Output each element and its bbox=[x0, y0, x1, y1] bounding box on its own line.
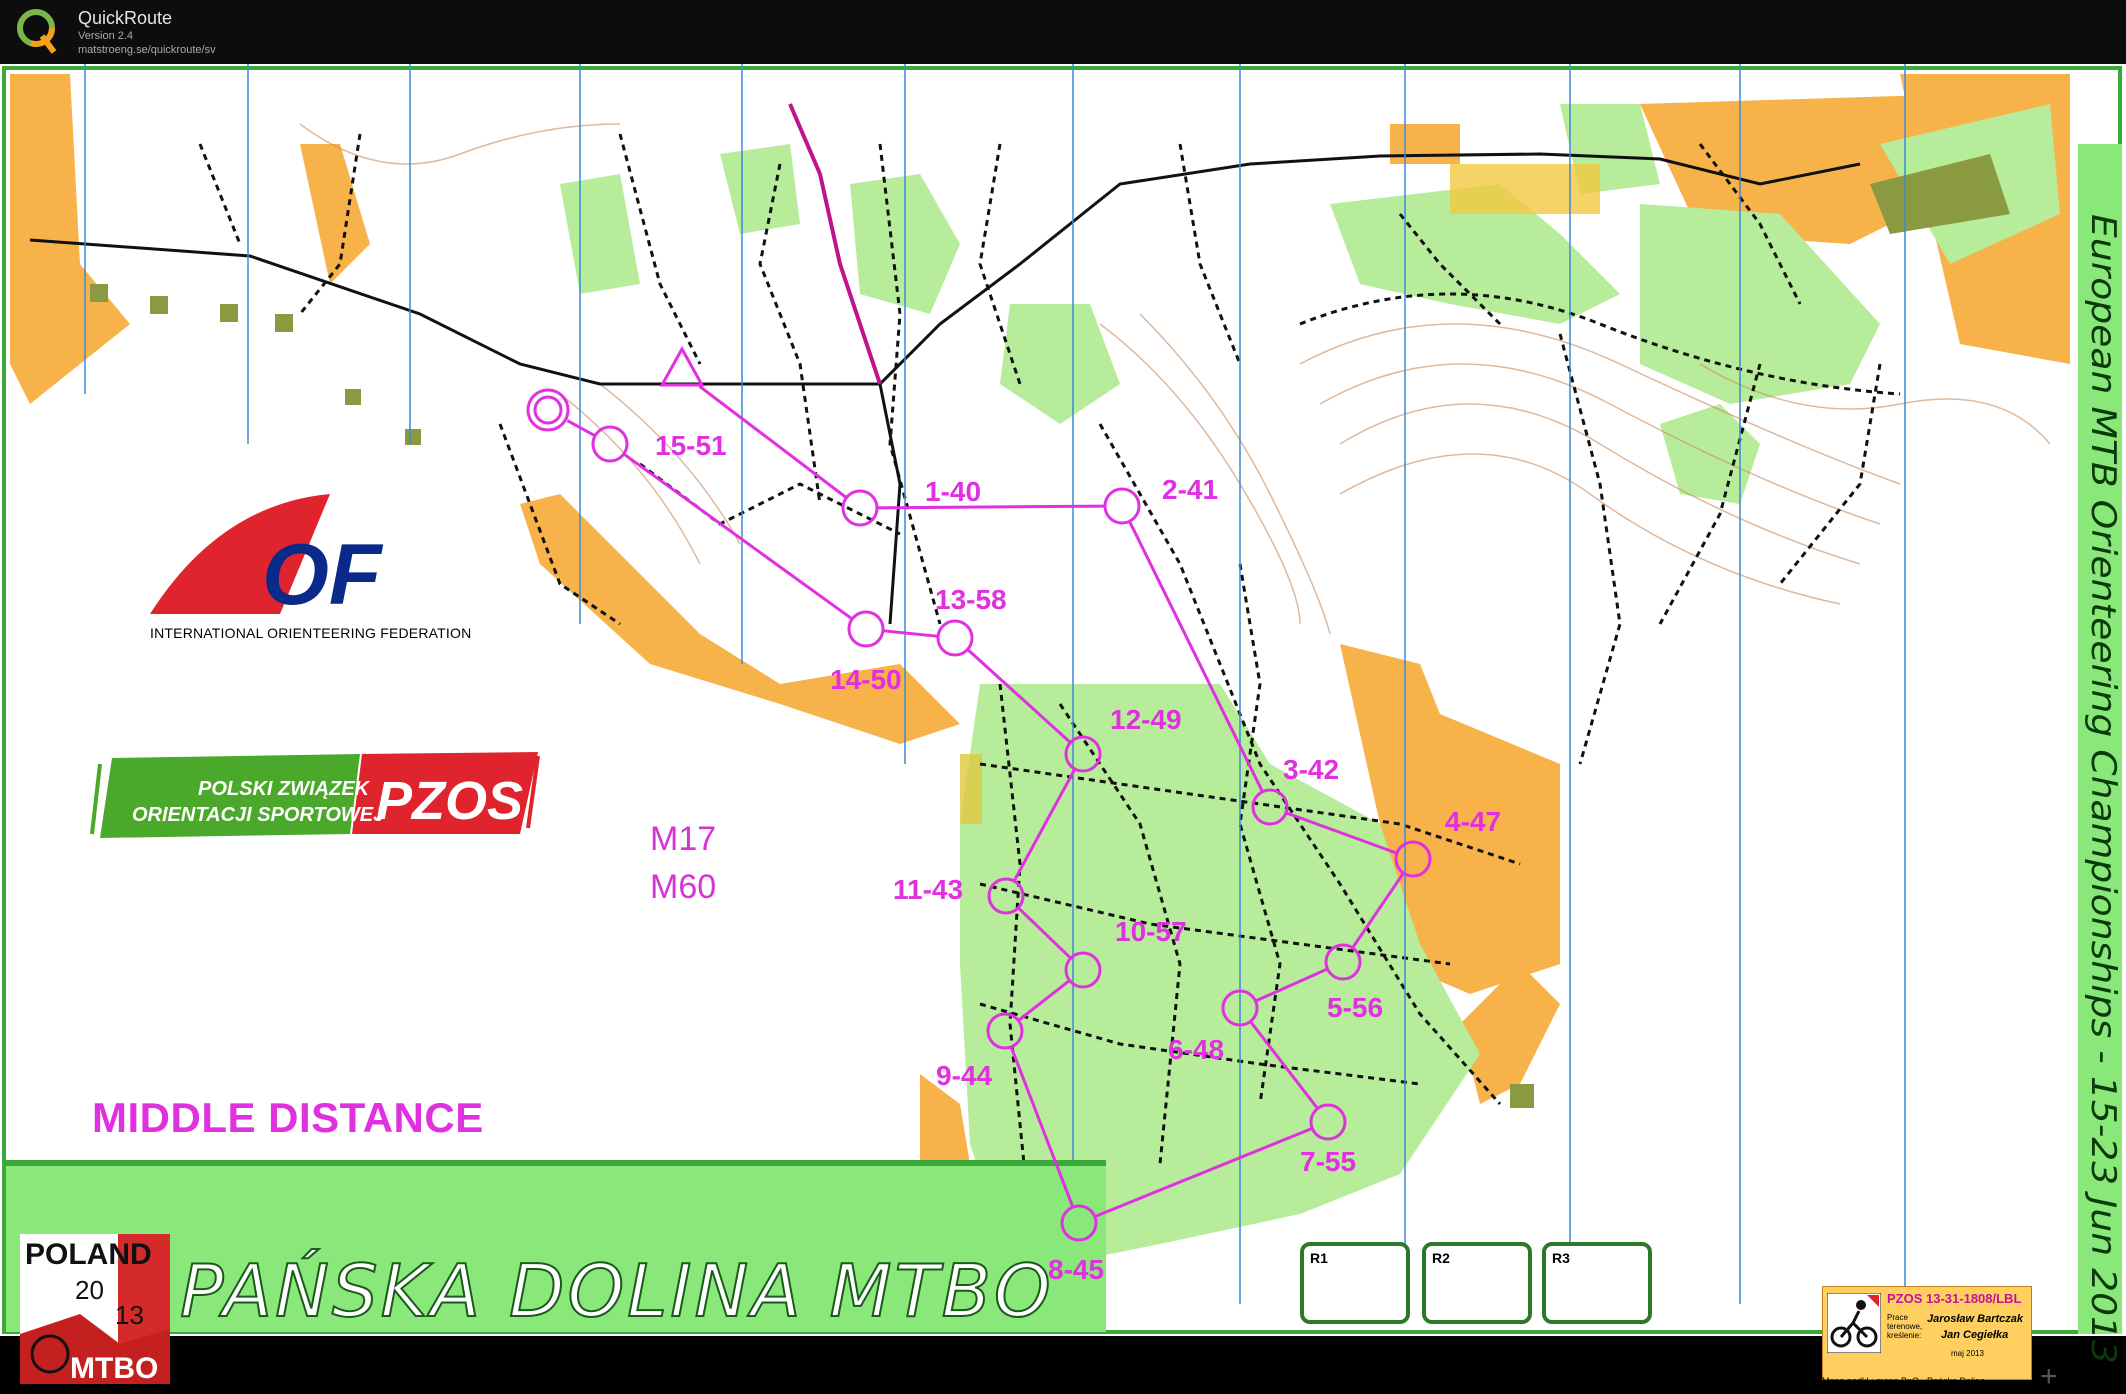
control-label: 10-57 bbox=[1115, 916, 1187, 947]
map-date: maj 2013 bbox=[1951, 1349, 1984, 1358]
control-label: 8-45 bbox=[1048, 1254, 1105, 1285]
pzos-line1: POLSKI ZWIĄZEK bbox=[198, 778, 370, 800]
mapper-2: Jan Cegiełka bbox=[1941, 1329, 2009, 1341]
control-label: 14-50 bbox=[830, 664, 902, 695]
app-url: matstroeng.se/quickroute/sv bbox=[78, 44, 216, 56]
control-label: 13-58 bbox=[935, 584, 1007, 615]
event-title-vertical: European MTB Orienteering Championships … bbox=[2083, 214, 2120, 1364]
control-label: 5-56 bbox=[1327, 992, 1384, 1023]
map-graphics: OF bbox=[2, 64, 2122, 1334]
iof-logo-letters: OF bbox=[262, 527, 384, 623]
control-label: 4-47 bbox=[1445, 806, 1502, 837]
pzos-abbr: PZOS bbox=[376, 771, 524, 831]
control-label: 6-48 bbox=[1168, 1034, 1225, 1065]
control-label: 15-51 bbox=[655, 430, 727, 461]
control-label: 7-55 bbox=[1300, 1146, 1357, 1177]
app-name: QuickRoute bbox=[78, 8, 173, 28]
orienteering-map[interactable]: OF INTERNATIONAL ORIENTEERING FEDERATION… bbox=[0, 64, 2126, 1393]
class-label-m60: M60 bbox=[650, 868, 717, 906]
pzos-line2: ORIENTACJI SPORTOWEJ bbox=[132, 804, 385, 826]
app-titlebar: QuickRoute Version 2.4 matstroeng.se/qui… bbox=[0, 0, 2126, 64]
iof-caption: INTERNATIONAL ORIENTEERING FEDERATION bbox=[150, 625, 472, 641]
result-box-r1[interactable]: R1 bbox=[1300, 1242, 1410, 1324]
map-scale: skala 1:10000 e=5m bbox=[262, 1339, 805, 1385]
cyclist-icon bbox=[1827, 1293, 1881, 1353]
quickroute-logo-icon bbox=[17, 9, 57, 54]
svg-text:13: 13 bbox=[115, 1300, 144, 1330]
control-label: 12-49 bbox=[1110, 704, 1182, 735]
control-label: 3-42 bbox=[1283, 754, 1340, 785]
app-version: Version 2.4 bbox=[78, 30, 134, 42]
svg-text:20: 20 bbox=[75, 1275, 104, 1305]
map-title: PAŃSKA DOLINA MTBO bbox=[179, 1248, 1054, 1334]
control-label: 11-43 bbox=[893, 874, 964, 905]
control-label: 2-41 bbox=[1162, 474, 1219, 505]
result-box-r2[interactable]: R2 bbox=[1422, 1242, 1532, 1324]
event-title: European MTB Orienteering Championships … bbox=[2083, 214, 2120, 1364]
control-label: 1-40 bbox=[925, 476, 982, 507]
map-code: PZOS 13-31-1808/LBL bbox=[1887, 1291, 2022, 1306]
poland-mtbo-logo: POLAND 20 13 MTBO bbox=[20, 1234, 170, 1385]
svg-text:MTBO: MTBO bbox=[70, 1352, 158, 1384]
result-box-r3[interactable]: R3 bbox=[1542, 1242, 1652, 1324]
crosshair-icon: + bbox=[2040, 1360, 2058, 1393]
class-label-m17: M17 bbox=[650, 820, 717, 858]
map-info-box: PZOS 13-31-1808/LBL Prace terenowe, kreś… bbox=[1822, 1286, 2032, 1380]
mapper-1: Jarosław Bartczak bbox=[1927, 1313, 2023, 1325]
discipline-label: MIDDLE DISTANCE bbox=[92, 1094, 484, 1141]
course-leg bbox=[877, 504, 1105, 510]
control-label: 9-44 bbox=[936, 1060, 993, 1091]
base-map-credit: Mapa podkł.: mapa BnO - Pańska Dolina bbox=[1822, 1376, 1986, 1386]
svg-text:POLAND: POLAND bbox=[25, 1238, 152, 1271]
